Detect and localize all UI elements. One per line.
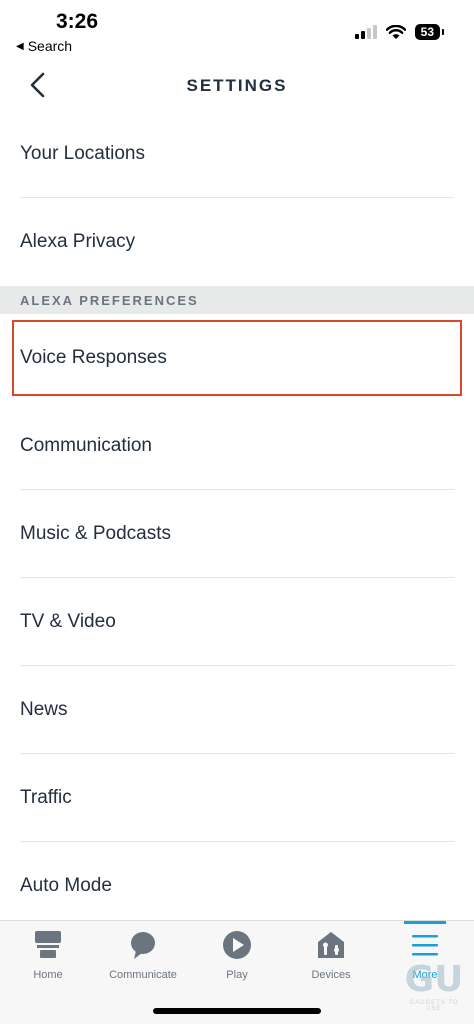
- list-item-label: Your Locations: [20, 143, 146, 164]
- list-item-tv-video[interactable]: TV & Video: [0, 578, 474, 666]
- tab-devices[interactable]: Devices: [284, 927, 378, 981]
- list-item-voice-responses[interactable]: Voice Responses: [0, 314, 474, 402]
- watermark-logo: GU GADGETS TO USE: [402, 960, 466, 1018]
- list-item-your-locations[interactable]: Your Locations: [0, 110, 474, 198]
- chat-bubble-icon: [128, 927, 158, 963]
- tab-label: Play: [226, 969, 248, 981]
- status-time: 3:26: [56, 10, 99, 33]
- tab-play[interactable]: Play: [190, 927, 284, 981]
- list-item-label: Alexa Privacy: [20, 231, 136, 252]
- settings-header: SETTINGS: [0, 60, 474, 110]
- back-to-app-label: Search: [27, 38, 73, 54]
- list-item-label: Traffic: [20, 787, 72, 808]
- status-bar: 3:26 ◀ Search 53: [0, 0, 474, 60]
- menu-icon: [410, 927, 440, 963]
- watermark-text: GADGETS TO USE: [409, 1000, 459, 1012]
- section-header-alexa-preferences: ALEXA PREFERENCES: [0, 286, 474, 314]
- wifi-icon: [385, 24, 406, 40]
- cellular-signal-icon: [354, 25, 377, 39]
- devices-icon: [316, 927, 346, 963]
- active-tab-indicator: [404, 921, 446, 924]
- list-item-communication[interactable]: Communication: [0, 402, 474, 490]
- home-icon: [33, 927, 63, 963]
- back-triangle-icon: ◀: [16, 40, 24, 52]
- watermark-mark: GU: [404, 959, 464, 1000]
- page-title: SETTINGS: [186, 76, 288, 95]
- list-item-label: News: [20, 699, 68, 720]
- list-item-label: Communication: [20, 435, 152, 456]
- list-item-label: Voice Responses: [20, 347, 167, 368]
- tab-communicate[interactable]: Communicate: [96, 927, 190, 981]
- list-item-label: TV & Video: [20, 611, 116, 632]
- back-to-app-link[interactable]: ◀ Search: [16, 38, 72, 54]
- list-item-traffic[interactable]: Traffic: [0, 754, 474, 842]
- tab-home[interactable]: Home: [1, 927, 95, 981]
- tab-label: Home: [33, 969, 63, 981]
- list-item-music-podcasts[interactable]: Music & Podcasts: [0, 490, 474, 578]
- list-item-alexa-privacy[interactable]: Alexa Privacy: [0, 198, 474, 286]
- list-item-news[interactable]: News: [0, 666, 474, 754]
- tab-label: Devices: [311, 969, 351, 981]
- list-item-label: Music & Podcasts: [20, 523, 171, 544]
- play-icon: [221, 927, 253, 963]
- tab-label: Communicate: [109, 969, 177, 981]
- settings-list: Your Locations Alexa Privacy ALEXA PREFE…: [0, 110, 474, 930]
- battery-indicator: 53: [414, 24, 445, 40]
- status-icons: 53: [354, 24, 445, 40]
- list-item-auto-mode[interactable]: Auto Mode: [0, 842, 474, 930]
- home-indicator[interactable]: [153, 1008, 321, 1014]
- list-item-label: Auto Mode: [20, 875, 112, 896]
